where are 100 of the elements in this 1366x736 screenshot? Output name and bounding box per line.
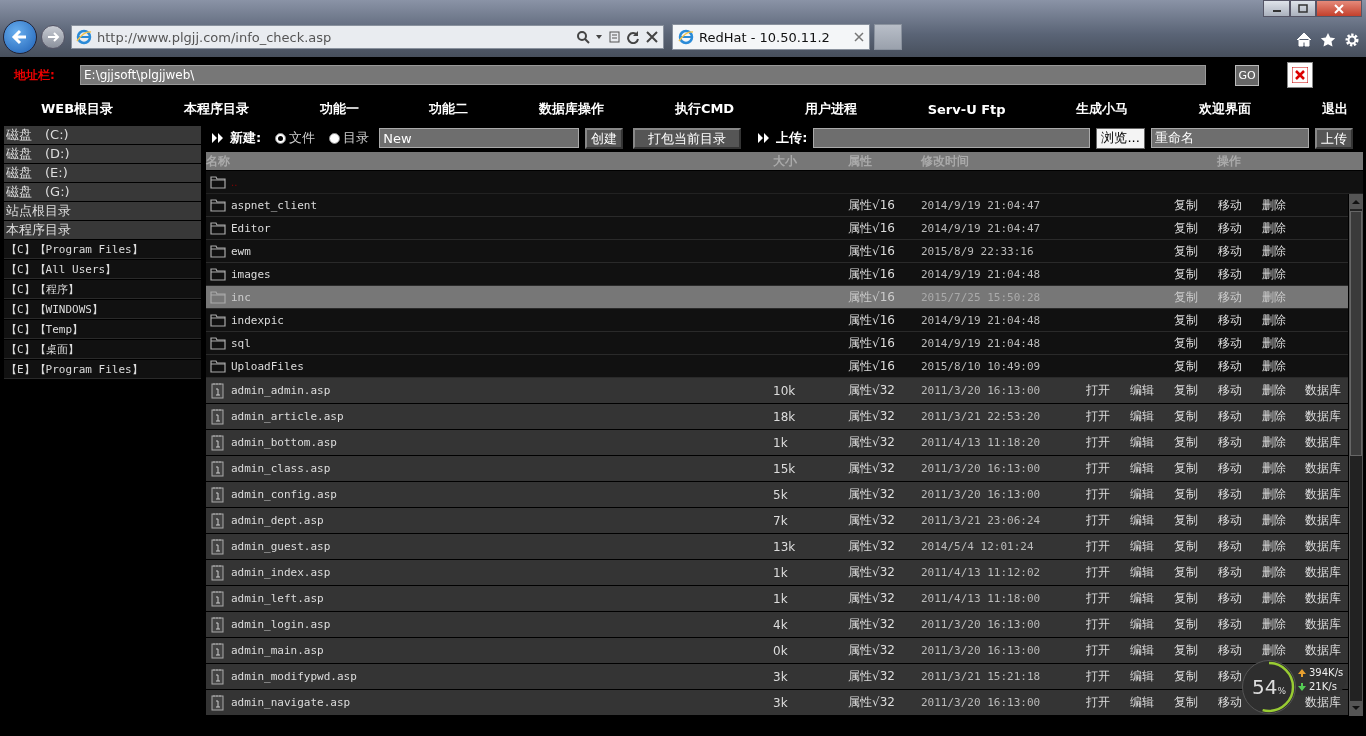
- sidebar-item[interactable]: 磁盘 (G:): [4, 183, 201, 201]
- action-link[interactable]: 移动: [1218, 265, 1242, 283]
- action-link[interactable]: 移动: [1218, 564, 1242, 581]
- action-link[interactable]: 移动: [1218, 382, 1242, 399]
- action-link[interactable]: 编辑: [1130, 616, 1154, 633]
- file-row[interactable]: admin_article.asp 18k 属性√32 2011/3/21 22:53:20 打开 编辑 复制 移动 删除 数据库: [206, 404, 1348, 430]
- action-link[interactable]: 打开: [1086, 408, 1110, 425]
- sidebar-item[interactable]: 磁盘 (E:): [4, 164, 201, 182]
- action-link[interactable]: 移动: [1218, 590, 1242, 607]
- action-link[interactable]: 删除: [1262, 486, 1286, 503]
- radio-button[interactable]: [275, 132, 287, 144]
- nav-link[interactable]: WEB根目录: [41, 100, 114, 118]
- action-link[interactable]: 编辑: [1130, 642, 1154, 659]
- maximize-button[interactable]: [1290, 0, 1316, 17]
- action-link[interactable]: 复制: [1174, 408, 1198, 425]
- action-link[interactable]: 打开: [1086, 564, 1110, 581]
- action-link[interactable]: 数据库: [1305, 590, 1341, 607]
- action-link[interactable]: 移动: [1218, 219, 1242, 237]
- action-link[interactable]: 删除: [1262, 616, 1286, 633]
- sidebar-item[interactable]: 站点根目录: [4, 202, 201, 220]
- action-link[interactable]: 复制: [1174, 382, 1198, 399]
- attribute-link[interactable]: 属性√32: [848, 408, 921, 425]
- action-link[interactable]: 删除: [1262, 434, 1286, 451]
- action-link[interactable]: 数据库: [1305, 538, 1341, 555]
- attribute-link[interactable]: 属性√32: [848, 382, 921, 399]
- action-link[interactable]: 复制: [1174, 616, 1198, 633]
- upload-button[interactable]: 上传: [1314, 127, 1353, 149]
- action-link[interactable]: 数据库: [1305, 642, 1341, 659]
- file-row[interactable]: UploadFiles 属性√16 2015/8/10 10:49:09 复制 移动 删除: [206, 355, 1348, 378]
- action-link[interactable]: 复制: [1174, 642, 1198, 659]
- action-link[interactable]: 编辑: [1130, 460, 1154, 477]
- action-link[interactable]: 移动: [1218, 408, 1242, 425]
- action-link[interactable]: 数据库: [1305, 434, 1341, 451]
- attribute-link[interactable]: 属性√32: [848, 460, 921, 477]
- action-link[interactable]: 数据库: [1305, 486, 1341, 503]
- action-link[interactable]: 编辑: [1130, 382, 1154, 399]
- action-link[interactable]: 删除: [1262, 590, 1286, 607]
- action-link[interactable]: 删除: [1262, 538, 1286, 555]
- file-row[interactable]: admin_login.asp 4k 属性√32 2011/3/20 16:13:00 打开 编辑 复制 移动 删除 数据库: [206, 612, 1348, 638]
- attribute-link[interactable]: 属性√32: [848, 564, 921, 581]
- nav-link[interactable]: 功能一: [319, 100, 359, 118]
- attribute-link[interactable]: 属性√16: [848, 219, 921, 237]
- attribute-link[interactable]: 属性√32: [848, 694, 921, 711]
- file-row[interactable]: images 属性√16 2014/9/19 21:04:48 复制 移动 删除: [206, 263, 1348, 286]
- sidebar-item[interactable]: 【C】【All Users】: [4, 260, 201, 279]
- action-link[interactable]: 数据库: [1305, 694, 1341, 711]
- action-link[interactable]: 复制: [1174, 334, 1198, 352]
- file-row[interactable]: admin_dept.asp 7k 属性√32 2011/3/21 23:06:24 打开 编辑 复制 移动 删除 数据库: [206, 508, 1348, 534]
- action-link[interactable]: 编辑: [1130, 668, 1154, 685]
- rename-field[interactable]: 重命名: [1150, 128, 1309, 148]
- action-link[interactable]: 打开: [1086, 642, 1110, 659]
- action-link[interactable]: 移动: [1218, 460, 1242, 477]
- action-link[interactable]: 编辑: [1130, 486, 1154, 503]
- action-link[interactable]: 删除: [1262, 265, 1286, 283]
- file-row[interactable]: admin_index.asp 1k 属性√32 2011/4/13 11:12:02 打开 编辑 复制 移动 删除 数据库: [206, 560, 1348, 586]
- action-link[interactable]: 移动: [1218, 538, 1242, 555]
- file-row[interactable]: Editor 属性√16 2014/9/19 21:04:47 复制 移动 删除: [206, 217, 1348, 240]
- attribute-link[interactable]: 属性√32: [848, 616, 921, 633]
- file-row[interactable]: indexpic 属性√16 2014/9/19 21:04:48 复制 移动 删除: [206, 309, 1348, 332]
- file-row[interactable]: sql 属性√16 2014/9/19 21:04:48 复制 移动 删除: [206, 332, 1348, 355]
- sidebar-item[interactable]: 【E】【Program Files】: [4, 360, 201, 379]
- browse-button[interactable]: 浏览...: [1096, 127, 1145, 149]
- browser-tab[interactable]: RedHat - 10.50.11.2: [672, 24, 870, 50]
- action-link[interactable]: 移动: [1218, 196, 1242, 214]
- sidebar-item[interactable]: 磁盘 (C:): [4, 126, 201, 144]
- sidebar-item[interactable]: 本程序目录: [4, 221, 201, 239]
- action-link[interactable]: 复制: [1174, 538, 1198, 555]
- attribute-link[interactable]: 属性√16: [848, 242, 921, 260]
- action-link[interactable]: 删除: [1262, 460, 1286, 477]
- action-link[interactable]: 打开: [1086, 512, 1110, 529]
- action-link[interactable]: 打开: [1086, 616, 1110, 633]
- action-link[interactable]: 打开: [1086, 434, 1110, 451]
- scroll-thumb[interactable]: [1350, 211, 1362, 456]
- minimize-button[interactable]: [1263, 0, 1290, 17]
- action-link[interactable]: 数据库: [1305, 408, 1341, 425]
- nav-link[interactable]: 功能二: [429, 100, 469, 118]
- radio-button[interactable]: [329, 132, 341, 144]
- file-row[interactable]: aspnet_client 属性√16 2014/9/19 21:04:47 复制 移动 删除: [206, 194, 1348, 217]
- sidebar-item[interactable]: 磁盘 (D:): [4, 145, 201, 163]
- action-link[interactable]: 删除: [1262, 242, 1286, 260]
- action-link[interactable]: 删除: [1262, 564, 1286, 581]
- action-link[interactable]: 移动: [1218, 357, 1242, 375]
- action-link[interactable]: 删除: [1262, 382, 1286, 399]
- action-link[interactable]: 删除: [1262, 219, 1286, 237]
- action-link[interactable]: 编辑: [1130, 590, 1154, 607]
- nav-link[interactable]: Serv-U Ftp: [927, 101, 1006, 117]
- attribute-link[interactable]: 属性√16: [848, 311, 921, 329]
- file-row[interactable]: admin_admin.asp 10k 属性√32 2011/3/20 16:13:00 打开 编辑 复制 移动 删除 数据库: [206, 378, 1348, 404]
- action-link[interactable]: 数据库: [1305, 460, 1341, 477]
- attribute-link[interactable]: 属性√16: [848, 334, 921, 352]
- back-button[interactable]: [3, 20, 37, 54]
- nav-link[interactable]: 数据库操作: [539, 100, 605, 118]
- action-link[interactable]: 复制: [1174, 357, 1198, 375]
- file-row[interactable]: admin_bottom.asp 1k 属性√32 2011/4/13 11:18:20 打开 编辑 复制 移动 删除 数据库: [206, 430, 1348, 456]
- action-link[interactable]: 删除: [1262, 512, 1286, 529]
- nav-link[interactable]: 本程序目录: [183, 100, 249, 118]
- action-link[interactable]: 删除: [1262, 642, 1286, 659]
- action-link[interactable]: 打开: [1086, 590, 1110, 607]
- action-link[interactable]: 移动: [1218, 334, 1242, 352]
- attribute-link[interactable]: 属性√16: [848, 265, 921, 283]
